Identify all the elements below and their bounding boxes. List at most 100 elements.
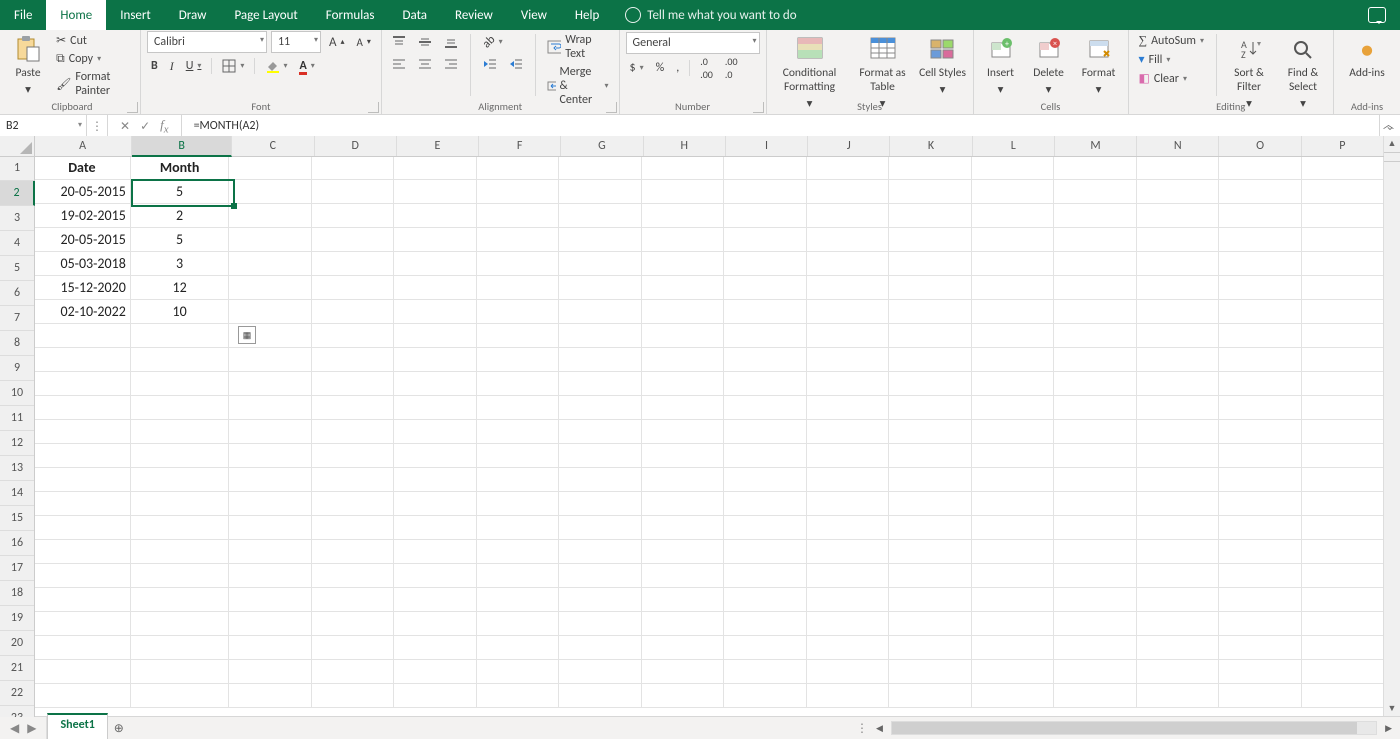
cell[interactable]	[477, 564, 559, 588]
cell[interactable]	[1302, 468, 1384, 492]
cell[interactable]	[394, 492, 476, 516]
cell[interactable]	[642, 204, 724, 228]
row-header[interactable]: 10	[0, 381, 34, 406]
cell[interactable]	[724, 372, 806, 396]
cell[interactable]	[642, 396, 724, 420]
cell[interactable]	[477, 540, 559, 564]
fill-button[interactable]: ▾ Fill ▾	[1135, 51, 1208, 68]
row-header[interactable]: 14	[0, 481, 34, 506]
column-header[interactable]: M	[1055, 136, 1137, 156]
cell[interactable]	[1137, 252, 1219, 276]
cell[interactable]	[1219, 156, 1301, 180]
grow-font-button[interactable]: A▴	[325, 34, 349, 51]
cell[interactable]	[131, 636, 230, 660]
cell[interactable]	[1302, 300, 1384, 324]
cell[interactable]	[972, 684, 1054, 708]
cell[interactable]	[642, 180, 724, 204]
cell[interactable]	[312, 228, 394, 252]
cell[interactable]	[1054, 156, 1136, 180]
cell[interactable]	[1054, 252, 1136, 276]
fx-icon[interactable]: fx	[160, 117, 168, 136]
tab-data[interactable]: Data	[389, 0, 442, 30]
cell[interactable]	[559, 588, 641, 612]
cell[interactable]	[1054, 348, 1136, 372]
format-cells-button[interactable]: Format▾	[1076, 32, 1122, 97]
cell[interactable]	[1219, 516, 1301, 540]
scroll-left-button[interactable]: ◀	[872, 723, 887, 734]
cell[interactable]	[312, 540, 394, 564]
cell[interactable]	[889, 372, 971, 396]
cell[interactable]	[229, 516, 311, 540]
cell[interactable]	[394, 564, 476, 588]
cell[interactable]	[642, 636, 724, 660]
cell[interactable]	[1137, 324, 1219, 348]
cell[interactable]	[1302, 660, 1384, 684]
cell[interactable]	[807, 396, 889, 420]
cell[interactable]	[1302, 612, 1384, 636]
cell[interactable]	[642, 492, 724, 516]
row-header[interactable]: 17	[0, 556, 34, 581]
cell[interactable]	[1054, 204, 1136, 228]
formula-input[interactable]: =MONTH(A2)	[182, 115, 1379, 137]
cell[interactable]	[642, 156, 724, 180]
cell[interactable]	[559, 540, 641, 564]
cell[interactable]	[229, 228, 311, 252]
cell[interactable]	[1137, 348, 1219, 372]
cell[interactable]	[1054, 684, 1136, 708]
fill-color-button[interactable]: ▾	[261, 58, 291, 74]
cell[interactable]	[559, 180, 641, 204]
cell[interactable]	[1302, 228, 1384, 252]
cell[interactable]	[312, 444, 394, 468]
cell[interactable]	[1137, 612, 1219, 636]
cell[interactable]	[34, 636, 131, 660]
row-headers[interactable]: 1234567891011121314151617181920212223	[0, 156, 35, 717]
cell[interactable]	[312, 468, 394, 492]
cell[interactable]	[229, 372, 311, 396]
cell[interactable]: 10	[131, 300, 230, 324]
comments-icon[interactable]	[1368, 7, 1386, 23]
cell[interactable]	[972, 420, 1054, 444]
cell[interactable]	[1302, 684, 1384, 708]
cell[interactable]	[34, 396, 131, 420]
tab-review[interactable]: Review	[441, 0, 507, 30]
cell[interactable]	[229, 588, 311, 612]
cell[interactable]	[972, 228, 1054, 252]
cell[interactable]	[1137, 516, 1219, 540]
cell[interactable]	[889, 204, 971, 228]
cell[interactable]	[312, 660, 394, 684]
cell[interactable]	[394, 684, 476, 708]
cell[interactable]	[972, 612, 1054, 636]
cell[interactable]	[131, 660, 230, 684]
cell[interactable]	[477, 684, 559, 708]
font-size-combo[interactable]: 11 ▾	[271, 31, 321, 53]
cell-styles-button[interactable]: Cell Styles▾	[919, 32, 967, 97]
cell[interactable]	[1302, 324, 1384, 348]
row-header[interactable]: 4	[0, 231, 34, 256]
column-header[interactable]: I	[726, 136, 808, 156]
cell[interactable]	[229, 540, 311, 564]
cell[interactable]	[559, 300, 641, 324]
cell[interactable]	[477, 252, 559, 276]
cell[interactable]	[1302, 588, 1384, 612]
dialog-launcher-icon[interactable]	[368, 102, 379, 113]
cell[interactable]	[394, 444, 476, 468]
cell[interactable]	[807, 204, 889, 228]
cell[interactable]	[229, 396, 311, 420]
cancel-formula-button[interactable]: ✕	[120, 119, 130, 134]
dialog-launcher-icon[interactable]	[606, 102, 617, 113]
cell[interactable]	[972, 636, 1054, 660]
cell[interactable]	[131, 348, 230, 372]
cell[interactable]	[34, 564, 131, 588]
cell[interactable]	[477, 300, 559, 324]
cell[interactable]	[1302, 372, 1384, 396]
row-header[interactable]: 15	[0, 506, 34, 531]
cell[interactable]	[131, 516, 230, 540]
cell[interactable]	[559, 660, 641, 684]
cell[interactable]	[807, 372, 889, 396]
cell[interactable]	[394, 228, 476, 252]
dialog-launcher-icon[interactable]	[127, 102, 138, 113]
cell[interactable]	[559, 348, 641, 372]
cell[interactable]	[394, 276, 476, 300]
bold-button[interactable]: B	[147, 58, 162, 74]
underline-button[interactable]: U▾	[182, 58, 206, 74]
